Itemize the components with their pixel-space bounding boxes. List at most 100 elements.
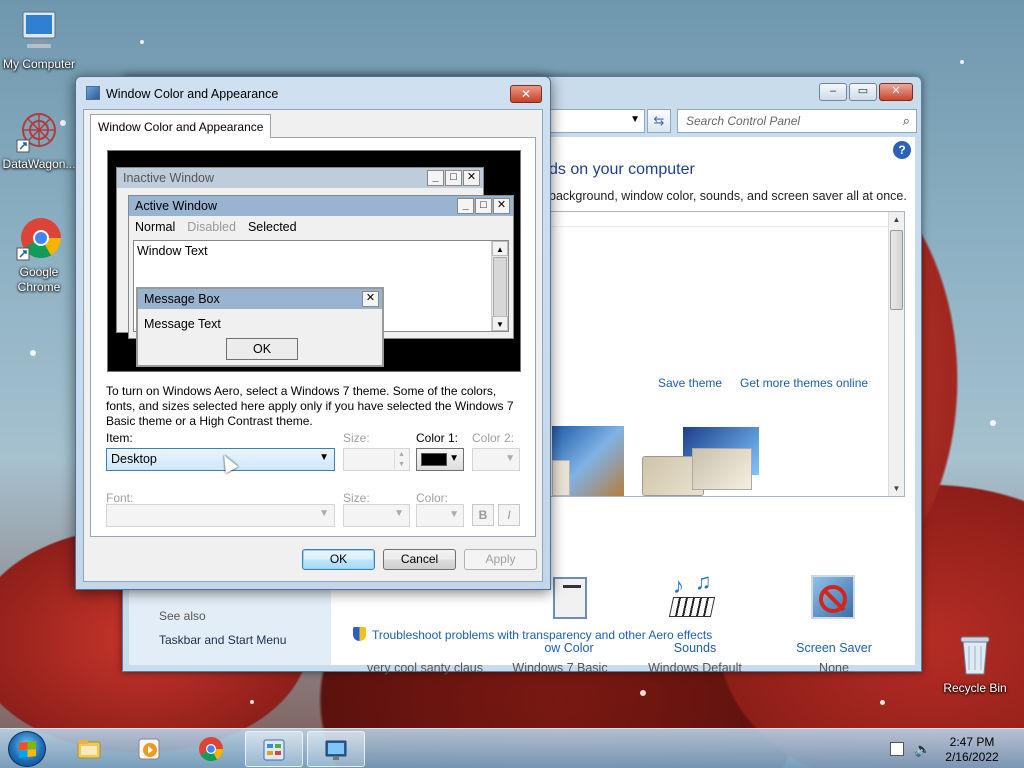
taskbar-media-player[interactable] (121, 731, 179, 767)
caption-buttons: – ▭ ✕ (819, 83, 913, 101)
sounds-value: Windows Default (648, 661, 742, 675)
window-text-label: Window Text (137, 244, 208, 258)
vertical-scrollbar[interactable]: ▲ ▼ (888, 212, 904, 496)
close-button[interactable]: ✕ (510, 85, 542, 103)
dialog-client: Window Color and Appearance Inactive Win… (83, 109, 543, 582)
msgbox-title: Message Box (138, 289, 382, 309)
maximize-icon: □ (475, 198, 492, 214)
save-theme-link[interactable]: Save theme (658, 376, 722, 390)
search-input[interactable]: Search Control Panel ⌕ (677, 109, 917, 133)
page-title: ds on your computer (549, 161, 695, 178)
desktop-icon-label: DataWagon... (2, 157, 76, 171)
sounds-icon[interactable]: ♪ ♫ (668, 569, 719, 623)
taskbar-explorer[interactable] (61, 731, 119, 767)
desktop-icon-datawagon[interactable]: DataWagon... (0, 108, 78, 172)
apply-button[interactable]: Apply (464, 549, 537, 570)
window-color-icon[interactable] (553, 577, 587, 619)
chevron-down-icon: ▼ (394, 508, 404, 519)
dialog-title: Window Color and Appearance (106, 87, 279, 101)
color1-swatch (421, 453, 447, 466)
taskbar-control-panel[interactable] (245, 731, 303, 767)
chrome-icon (15, 216, 63, 262)
troubleshoot-link[interactable]: Troubleshoot problems with transparency … (372, 628, 712, 642)
color1-picker[interactable]: ▼ (416, 448, 464, 471)
theme-thumbnail-swatch (552, 460, 570, 496)
scroll-down-icon[interactable]: ▼ (889, 481, 904, 496)
snowflake (30, 350, 36, 356)
snowflake (250, 700, 254, 704)
volume-icon[interactable]: 🔈 (914, 741, 931, 758)
taskbar-start-menu-link[interactable]: Taskbar and Start Menu (159, 633, 286, 647)
media-player-icon (138, 738, 160, 760)
screen-saver-value: None (819, 661, 849, 675)
ok-button[interactable]: OK (302, 549, 375, 570)
help-icon[interactable]: ? (893, 141, 911, 159)
refresh-icon: ⇆ (653, 113, 665, 128)
preview-message-box[interactable]: Message Box ✕ Message Text OK (136, 287, 384, 367)
get-more-themes-link[interactable]: Get more themes online (740, 376, 868, 390)
tab-window-color[interactable]: Window Color and Appearance (90, 114, 272, 138)
screen-saver-icon[interactable] (811, 575, 855, 619)
taskbar-window-color[interactable] (307, 731, 365, 767)
scroll-thumb (493, 257, 507, 317)
close-icon: ✕ (463, 170, 480, 186)
troubleshoot-row: Troubleshoot problems with transparency … (353, 627, 712, 642)
desktop-icon-recycle-bin[interactable]: Recycle Bin (936, 632, 1014, 696)
font-label: Font: (106, 491, 134, 505)
desktop-icon-google-chrome[interactable]: Google Chrome (0, 216, 78, 295)
taskbar-chrome[interactable] (183, 731, 241, 767)
search-icon[interactable]: ⌕ (903, 113, 910, 129)
snowflake (640, 690, 646, 696)
italic-button[interactable]: I (498, 504, 520, 526)
bold-button[interactable]: B (472, 504, 494, 526)
scroll-thumb[interactable] (890, 230, 903, 310)
font-size-select[interactable]: ▼ (343, 504, 410, 527)
desktop-icon-label: Google Chrome (17, 265, 61, 294)
shield-icon (353, 627, 366, 641)
clock-date: 2/16/2022 (945, 750, 999, 764)
cancel-button[interactable]: Cancel (383, 549, 456, 570)
active-title: Active Window (129, 196, 513, 216)
close-button[interactable]: ✕ (879, 83, 913, 101)
preview-scrollbar[interactable]: ▲ ▼ (491, 241, 508, 331)
theme-list[interactable]: Save theme Get more themes online ▲ ▼ (549, 211, 905, 497)
color2-picker[interactable]: ▼ (472, 448, 520, 471)
appearance-preview[interactable]: Inactive Window _ □ ✕ Active Window _ □ … (107, 150, 521, 372)
theme-thumbnail[interactable] (642, 426, 762, 496)
item-size-spinner[interactable]: ▲ ▼ (343, 448, 410, 471)
font-select[interactable]: ▼ (106, 504, 335, 527)
chevron-down-icon: ▼ (505, 453, 515, 464)
msgbox-ok-button[interactable]: OK (226, 338, 298, 360)
action-center-icon[interactable] (890, 742, 904, 756)
refresh-button[interactable]: ⇆ (647, 109, 671, 133)
taskbar: 🔈 2:47 PM 2/16/2022 (0, 728, 1024, 768)
scroll-up-icon[interactable]: ▲ (889, 212, 904, 227)
window-color-value: Windows 7 Basic (512, 661, 608, 675)
sounds-link[interactable]: Sounds (645, 641, 745, 655)
spinner-buttons[interactable]: ▲ ▼ (394, 450, 408, 469)
divider (550, 226, 888, 227)
window-icon (86, 86, 100, 100)
color2-label: Color 2: (472, 431, 515, 445)
minimize-button[interactable]: – (819, 83, 847, 101)
maximize-icon: □ (445, 170, 462, 186)
window-color-link[interactable]: ow Color (529, 641, 609, 655)
see-also-heading: See also (159, 609, 206, 623)
menu-disabled[interactable]: Disabled (187, 220, 236, 234)
menu-selected[interactable]: Selected (248, 220, 297, 234)
chevron-down-icon[interactable]: ▼ (630, 114, 640, 125)
screen-saver-link[interactable]: Screen Saver (781, 641, 887, 655)
chevron-down-icon: ▼ (319, 452, 329, 463)
desktop-background-value: very cool santy claus (366, 661, 484, 675)
scroll-down-icon: ▼ (492, 316, 508, 331)
maximize-button[interactable]: ▭ (849, 83, 877, 101)
start-button[interactable] (8, 731, 46, 767)
msgbox-text: Message Text (144, 317, 221, 331)
spin-down-icon: ▼ (398, 461, 405, 468)
datawagon-icon (15, 108, 63, 154)
chevron-down-icon: ▼ (319, 508, 329, 519)
clock[interactable]: 2:47 PM 2/16/2022 (932, 735, 1012, 765)
desktop-icon-my-computer[interactable]: My Computer (0, 8, 78, 72)
menu-normal[interactable]: Normal (135, 220, 175, 234)
font-color-picker[interactable]: ▼ (416, 504, 464, 527)
